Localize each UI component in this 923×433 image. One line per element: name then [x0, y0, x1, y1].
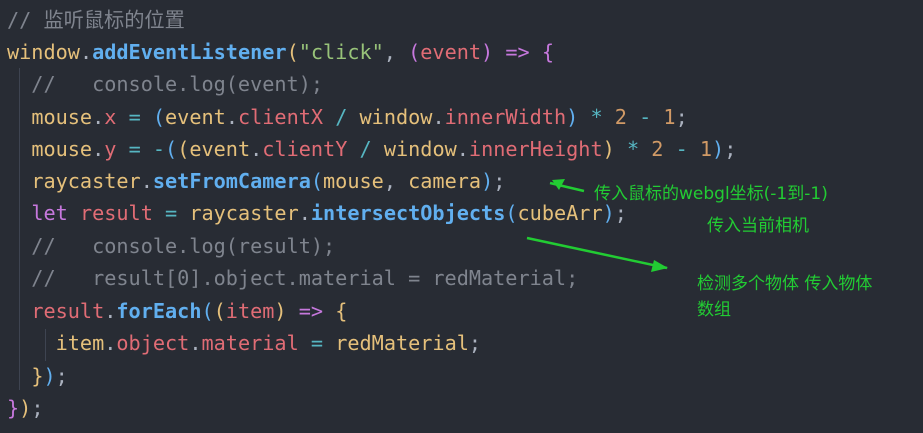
annotation-camera: 传入当前相机 [707, 216, 809, 236]
annotation-intersect-line1: 检测多个物体 传入物体 [697, 274, 873, 294]
arrow-2 [526, 236, 668, 270]
arrow-2-head [651, 260, 668, 272]
annotation-webgl-coords: 传入鼠标的webgl坐标(-1到-1) [594, 184, 828, 204]
annotation-intersect-line2: 数组 [697, 300, 731, 320]
